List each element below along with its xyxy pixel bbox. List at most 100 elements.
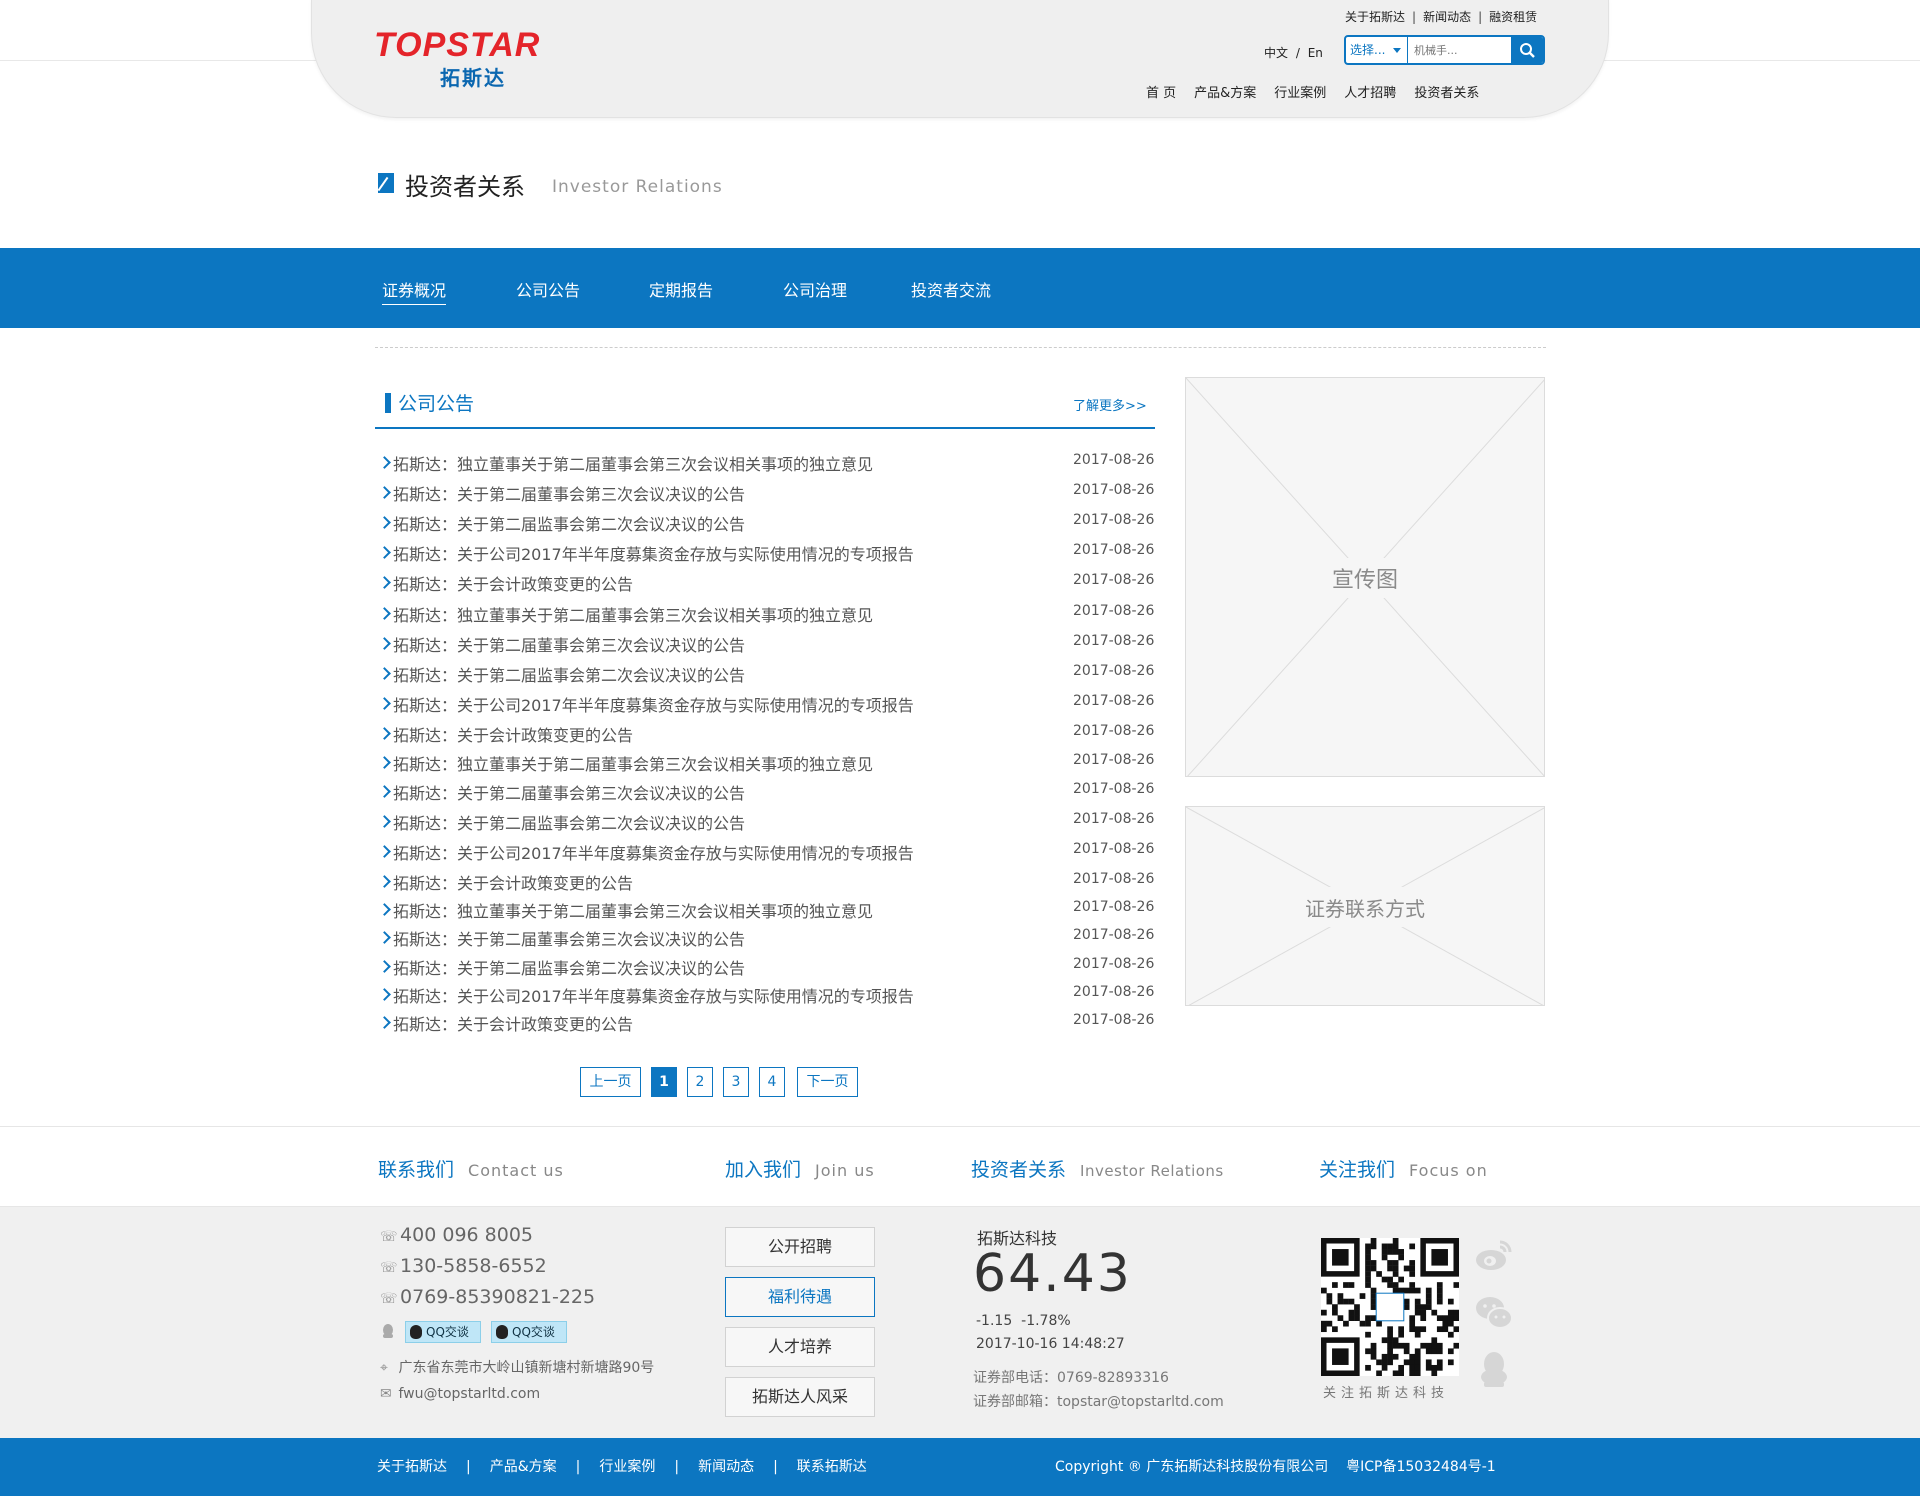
wechat-icon[interactable] [1474, 1294, 1514, 1332]
search-box: 选择... [1344, 35, 1545, 65]
page-1-button[interactable]: 1 [651, 1067, 677, 1097]
prev-page-button[interactable]: 上一页 [580, 1067, 641, 1097]
list-item[interactable]: 拓斯达：关于公司2017年半年度募集资金存放与实际使用情况的专项报告 2017-0… [378, 983, 1155, 1007]
list-item[interactable]: 拓斯达：关于公司2017年半年度募集资金存放与实际使用情况的专项报告 2017-0… [378, 692, 1155, 716]
footer-link-cases[interactable]: 行业案例 [599, 1459, 655, 1475]
notice-title[interactable]: 拓斯达：关于公司2017年半年度募集资金存放与实际使用情况的专项报告 [393, 692, 914, 716]
list-item[interactable]: 拓斯达：关于第二届监事会第二次会议决议的公告 2017-08-26 [378, 511, 1155, 535]
list-item[interactable]: 拓斯达：关于第二届监事会第二次会议决议的公告 2017-08-26 [378, 810, 1155, 834]
notice-title[interactable]: 拓斯达：关于第二届监事会第二次会议决议的公告 [393, 662, 745, 686]
nav-careers[interactable]: 人才招聘 [1344, 86, 1396, 101]
search-button[interactable] [1511, 37, 1543, 63]
join-staff-showcase[interactable]: 拓斯达人风采 [725, 1377, 875, 1417]
contact-phone-1: ☏ 400 096 8005 [380, 1224, 533, 1246]
list-item[interactable]: 拓斯达：关于会计政策变更的公告 2017-08-26 [378, 722, 1155, 746]
notice-title[interactable]: 拓斯达：独立董事关于第二届董事会第三次会议相关事项的独立意见 [393, 751, 873, 775]
notice-title[interactable]: 拓斯达：独立董事关于第二届董事会第三次会议相关事项的独立意见 [393, 602, 873, 626]
list-item[interactable]: 拓斯达：独立董事关于第二届董事会第三次会议相关事项的独立意见 2017-08-26 [378, 898, 1155, 922]
search-input[interactable] [1409, 37, 1513, 63]
top-link-about[interactable]: 关于拓斯达 [1345, 10, 1405, 24]
top-link-leasing[interactable]: 融资租赁 [1489, 10, 1537, 24]
notice-date: 2017-08-26 [1073, 693, 1155, 709]
notice-title[interactable]: 拓斯达：关于第二届董事会第三次会议决议的公告 [393, 926, 745, 950]
list-item[interactable]: 拓斯达：关于会计政策变更的公告 2017-08-26 [378, 1011, 1155, 1035]
lang-en[interactable]: En [1308, 46, 1323, 60]
tab-corporate-governance[interactable]: 公司治理 [783, 277, 847, 301]
chevron-down-icon [1393, 48, 1401, 53]
notice-title[interactable]: 拓斯达：关于公司2017年半年度募集资金存放与实际使用情况的专项报告 [393, 541, 914, 565]
list-item[interactable]: 拓斯达：关于会计政策变更的公告 2017-08-26 [378, 571, 1155, 595]
join-benefits[interactable]: 福利待遇 [725, 1277, 875, 1317]
notice-title[interactable]: 拓斯达：关于会计政策变更的公告 [393, 722, 633, 746]
banner-placeholder[interactable]: 宣传图 [1185, 377, 1545, 777]
tab-company-notices[interactable]: 公司公告 [516, 277, 580, 301]
footer-link-news[interactable]: 新闻动态 [698, 1459, 754, 1475]
securities-contact-placeholder[interactable]: 证券联系方式 [1185, 806, 1545, 1006]
page-2-button[interactable]: 2 [687, 1067, 713, 1097]
notice-title[interactable]: 拓斯达：独立董事关于第二届董事会第三次会议相关事项的独立意见 [393, 451, 873, 475]
notice-title[interactable]: 拓斯达：关于会计政策变更的公告 [393, 571, 633, 595]
list-item[interactable]: 拓斯达：关于公司2017年半年度募集资金存放与实际使用情况的专项报告 2017-0… [378, 541, 1155, 565]
copyright-text: Copyright ® 广东拓斯达科技股份有限公司 [1055, 1459, 1329, 1475]
list-item[interactable]: 拓斯达：关于第二届监事会第二次会议决议的公告 2017-08-26 [378, 662, 1155, 686]
notice-date: 2017-08-26 [1073, 871, 1155, 887]
logo-text[interactable]: TOPSTAR [374, 26, 540, 65]
notice-title[interactable]: 拓斯达：关于第二届董事会第三次会议决议的公告 [393, 780, 745, 804]
icp-number[interactable]: 粤ICP备15032484号-1 [1346, 1459, 1496, 1475]
list-item[interactable]: 拓斯达：关于会计政策变更的公告 2017-08-26 [378, 870, 1155, 894]
notice-title[interactable]: 拓斯达：关于第二届监事会第二次会议决议的公告 [393, 955, 745, 979]
notice-title[interactable]: 拓斯达：关于第二届董事会第三次会议决议的公告 [393, 481, 745, 505]
page-3-button[interactable]: 3 [723, 1067, 749, 1097]
join-open-recruitment[interactable]: 公开招聘 [725, 1227, 875, 1267]
list-item[interactable]: 拓斯达：独立董事关于第二届董事会第三次会议相关事项的独立意见 2017-08-26 [378, 751, 1155, 775]
chevron-right-icon [378, 931, 391, 944]
list-item[interactable]: 拓斯达：关于第二届董事会第三次会议决议的公告 2017-08-26 [378, 481, 1155, 505]
lang-cn[interactable]: 中文 [1264, 46, 1288, 60]
footer-link-products[interactable]: 产品&方案 [490, 1459, 557, 1475]
list-item[interactable]: 拓斯达：关于第二届监事会第二次会议决议的公告 2017-08-26 [378, 955, 1155, 979]
qq-chat-button-1[interactable]: QQ交谈 [405, 1321, 481, 1343]
email-text[interactable]: fwu@topstarltd.com [398, 1386, 540, 1402]
footer-link-contact[interactable]: 联系拓斯达 [797, 1459, 867, 1475]
list-item[interactable]: 拓斯达：关于公司2017年半年度募集资金存放与实际使用情况的专项报告 2017-0… [378, 840, 1155, 864]
heading-cn: 加入我们 [725, 1159, 802, 1181]
notice-date: 2017-08-26 [1073, 542, 1155, 558]
notice-date: 2017-08-26 [1073, 572, 1155, 588]
notice-title[interactable]: 拓斯达：关于公司2017年半年度募集资金存放与实际使用情况的专项报告 [393, 983, 914, 1007]
logo-cn-text[interactable]: 拓斯达 [440, 62, 506, 91]
top-link-news[interactable]: 新闻动态 [1423, 10, 1471, 24]
top-links: 关于拓斯达 | 新闻动态 | 融资租赁 [1345, 8, 1537, 25]
weibo-icon[interactable] [1474, 1236, 1514, 1274]
nav-products[interactable]: 产品&方案 [1194, 86, 1256, 101]
notice-title[interactable]: 拓斯达：关于会计政策变更的公告 [393, 1011, 633, 1035]
list-item[interactable]: 拓斯达：关于第二届董事会第三次会议决议的公告 2017-08-26 [378, 780, 1155, 804]
notice-date: 2017-08-26 [1073, 723, 1155, 739]
join-talent-development[interactable]: 人才培养 [725, 1327, 875, 1367]
more-link[interactable]: 了解更多>> [1073, 395, 1147, 414]
notice-date: 2017-08-26 [1073, 663, 1155, 679]
notice-title[interactable]: 拓斯达：关于公司2017年半年度募集资金存放与实际使用情况的专项报告 [393, 840, 914, 864]
notice-title[interactable]: 拓斯达：关于第二届监事会第二次会议决议的公告 [393, 810, 745, 834]
list-item[interactable]: 拓斯达：独立董事关于第二届董事会第三次会议相关事项的独立意见 2017-08-26 [378, 451, 1155, 475]
nav-investors[interactable]: 投资者关系 [1414, 86, 1479, 101]
list-item[interactable]: 拓斯达：关于第二届董事会第三次会议决议的公告 2017-08-26 [378, 632, 1155, 656]
tab-periodic-reports[interactable]: 定期报告 [649, 277, 713, 301]
copyright: Copyright ® 广东拓斯达科技股份有限公司 粤ICP备15032484号… [1055, 1456, 1496, 1476]
footer-link-about[interactable]: 关于拓斯达 [377, 1459, 447, 1475]
notice-title[interactable]: 拓斯达：关于第二届董事会第三次会议决议的公告 [393, 632, 745, 656]
tab-securities-overview[interactable]: 证券概况 [382, 277, 447, 305]
qq-penguin-icon[interactable] [1474, 1350, 1514, 1388]
notice-title[interactable]: 拓斯达：关于第二届监事会第二次会议决议的公告 [393, 511, 745, 535]
list-item[interactable]: 拓斯达：独立董事关于第二届董事会第三次会议相关事项的独立意见 2017-08-26 [378, 602, 1155, 626]
page-4-button[interactable]: 4 [759, 1067, 785, 1097]
nav-home[interactable]: 首 页 [1146, 86, 1176, 101]
notice-title[interactable]: 拓斯达：关于会计政策变更的公告 [393, 870, 633, 894]
next-page-button[interactable]: 下一页 [797, 1067, 858, 1097]
nav-cases[interactable]: 行业案例 [1274, 86, 1326, 101]
qq-chat-button-2[interactable]: QQ交谈 [491, 1321, 567, 1343]
notice-title[interactable]: 拓斯达：独立董事关于第二届董事会第三次会议相关事项的独立意见 [393, 898, 873, 922]
list-item[interactable]: 拓斯达：关于第二届董事会第三次会议决议的公告 2017-08-26 [378, 926, 1155, 950]
search-category-select[interactable]: 选择... [1346, 37, 1408, 63]
stock-change-pct: -1.78% [1021, 1313, 1071, 1329]
tab-investor-communication[interactable]: 投资者交流 [911, 277, 991, 301]
